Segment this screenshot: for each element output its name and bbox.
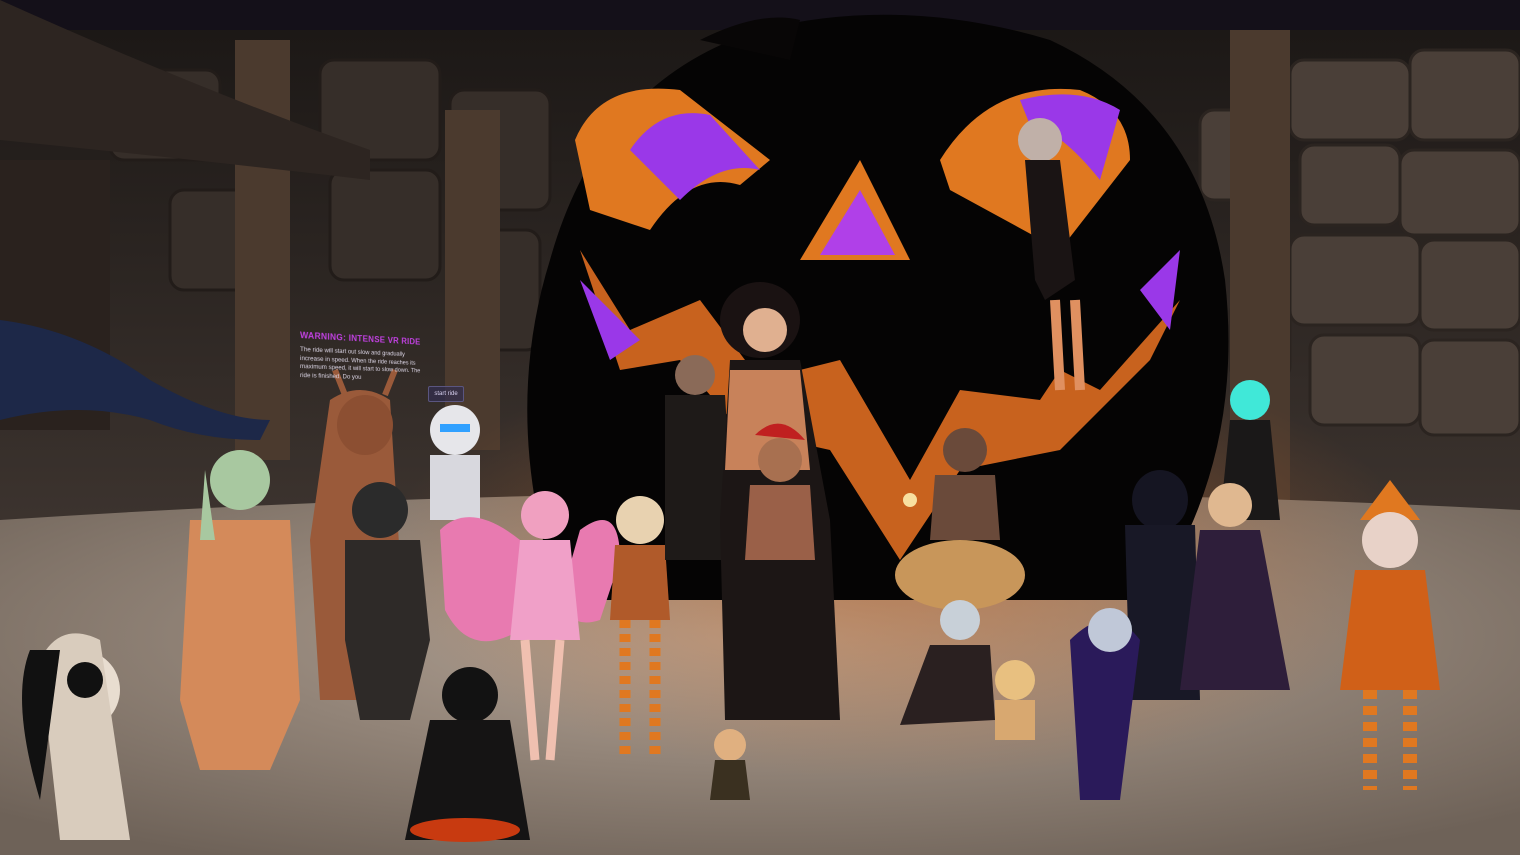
scene-backdrop xyxy=(0,0,1520,855)
ride-warning-sign: WARNING: INTENSE VR RIDE The ride will s… xyxy=(300,330,446,410)
start-ride-button[interactable]: start ride xyxy=(428,386,464,402)
avatar-fox-girl xyxy=(995,660,1035,740)
avatar-robot xyxy=(430,405,480,520)
avatar-small-front xyxy=(710,729,750,800)
warning-body: The ride will start out slow and gradual… xyxy=(300,346,421,381)
sparkle xyxy=(903,493,917,507)
vr-world-scene: WARNING: INTENSE VR RIDE The ride will s… xyxy=(0,0,1520,855)
